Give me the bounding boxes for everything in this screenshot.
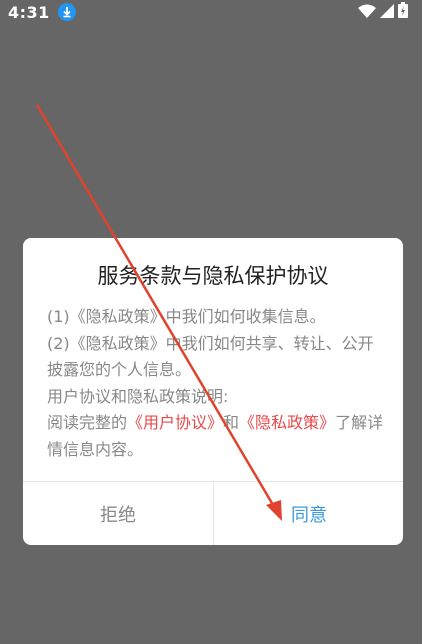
privacy-agreement-dialog: 服务条款与隐私保护协议 (1)《隐私政策》中我们如何收集信息。 (2)《隐私政策…	[23, 238, 403, 545]
cellular-signal-icon	[380, 3, 394, 22]
agree-button[interactable]: 同意	[214, 482, 403, 545]
read-full-prefix: 阅读完整的	[47, 413, 128, 432]
download-notification-icon	[57, 3, 76, 21]
status-time: 4:31	[8, 2, 50, 22]
status-bar: 4:31	[0, 0, 422, 24]
and-text: 和	[223, 413, 240, 432]
status-right	[358, 2, 408, 22]
battery-icon	[398, 2, 408, 22]
read-full-line: 阅读完整的《用户协议》和《隐私政策》了解详情信息内容。	[47, 410, 385, 463]
dialog-title: 服务条款与隐私保护协议	[97, 264, 329, 288]
dialog-body: (1)《隐私政策》中我们如何收集信息。 (2)《隐私政策》中我们如何共享、转让、…	[47, 304, 385, 463]
collect-info-line: (1)《隐私政策》中我们如何收集信息。	[47, 307, 326, 326]
reject-button[interactable]: 拒绝	[23, 482, 213, 545]
status-left: 4:31	[8, 3, 76, 22]
share-info-line: (2)《隐私政策》中我们如何共享、转让、公开披露您的个人信息。	[47, 333, 374, 380]
user-agreement-link[interactable]: 《用户协议》	[127, 413, 223, 432]
privacy-policy-link[interactable]: 《隐私政策》	[239, 413, 335, 432]
agreement-description-line: 用户协议和隐私政策说明:	[47, 386, 229, 406]
wifi-icon	[358, 3, 376, 22]
